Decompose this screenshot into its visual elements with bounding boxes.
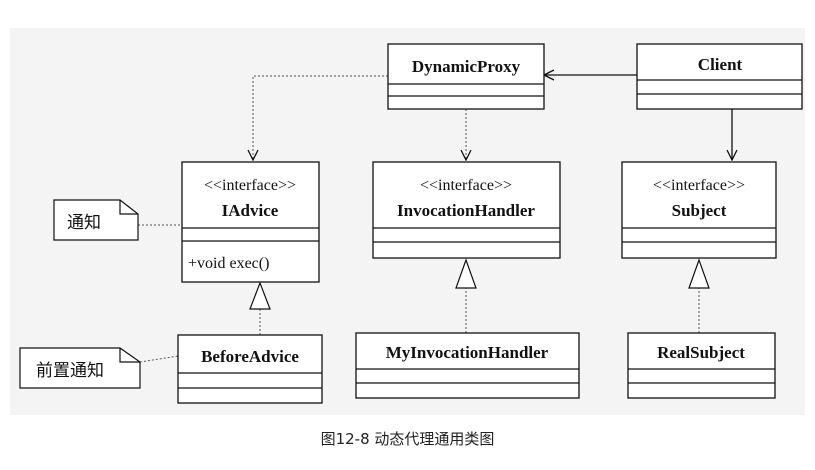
class-myinvocationhandler: MyInvocationHandler	[355, 332, 580, 399]
realization-beforeadvice-to-iadvice	[249, 281, 271, 335]
iadvice-stereotype: <<interface>>	[204, 177, 296, 194]
class-invocationhandler: <<interface>> InvocationHandler	[372, 161, 561, 259]
beforeadvice-name: BeforeAdvice	[201, 347, 299, 366]
client-name: Client	[698, 55, 743, 74]
realization-realsubject-to-subject	[688, 258, 710, 333]
subject-name: Subject	[672, 201, 727, 220]
figure-caption: 图12-8 动态代理通用类图	[320, 430, 495, 448]
note-advice: 通知	[53, 199, 139, 241]
realization-myinvocationhandler-to-invocationhandler	[455, 258, 477, 333]
realsubject-name: RealSubject	[657, 343, 745, 362]
invocationhandler-name: InvocationHandler	[397, 201, 535, 220]
note-beforeadvice-text: 前置通知	[36, 361, 104, 380]
invocationhandler-stereotype: <<interface>>	[420, 177, 512, 194]
class-realsubject: RealSubject	[627, 332, 776, 399]
note-advice-text: 通知	[67, 213, 101, 232]
dependency-dynamicproxy-to-iadvice	[253, 75, 388, 160]
note-link-beforeadvice	[139, 355, 179, 363]
iadvice-method: +void exec()	[188, 255, 269, 272]
dynamicproxy-name: DynamicProxy	[412, 57, 521, 76]
note-beforeadvice: 前置通知	[19, 347, 141, 389]
class-diagram: DynamicProxy Client <<interface>> IAdvic…	[19, 43, 803, 404]
subject-stereotype: <<interface>>	[653, 177, 745, 194]
class-client: Client	[636, 43, 803, 110]
class-beforeadvice: BeforeAdvice	[177, 334, 323, 404]
iadvice-name: IAdvice	[222, 201, 279, 220]
myinvocationhandler-name: MyInvocationHandler	[386, 343, 549, 362]
class-dynamicproxy: DynamicProxy	[387, 43, 545, 110]
class-iadvice: <<interface>> IAdvice +void exec()	[181, 161, 320, 283]
class-subject: <<interface>> Subject	[621, 161, 777, 259]
